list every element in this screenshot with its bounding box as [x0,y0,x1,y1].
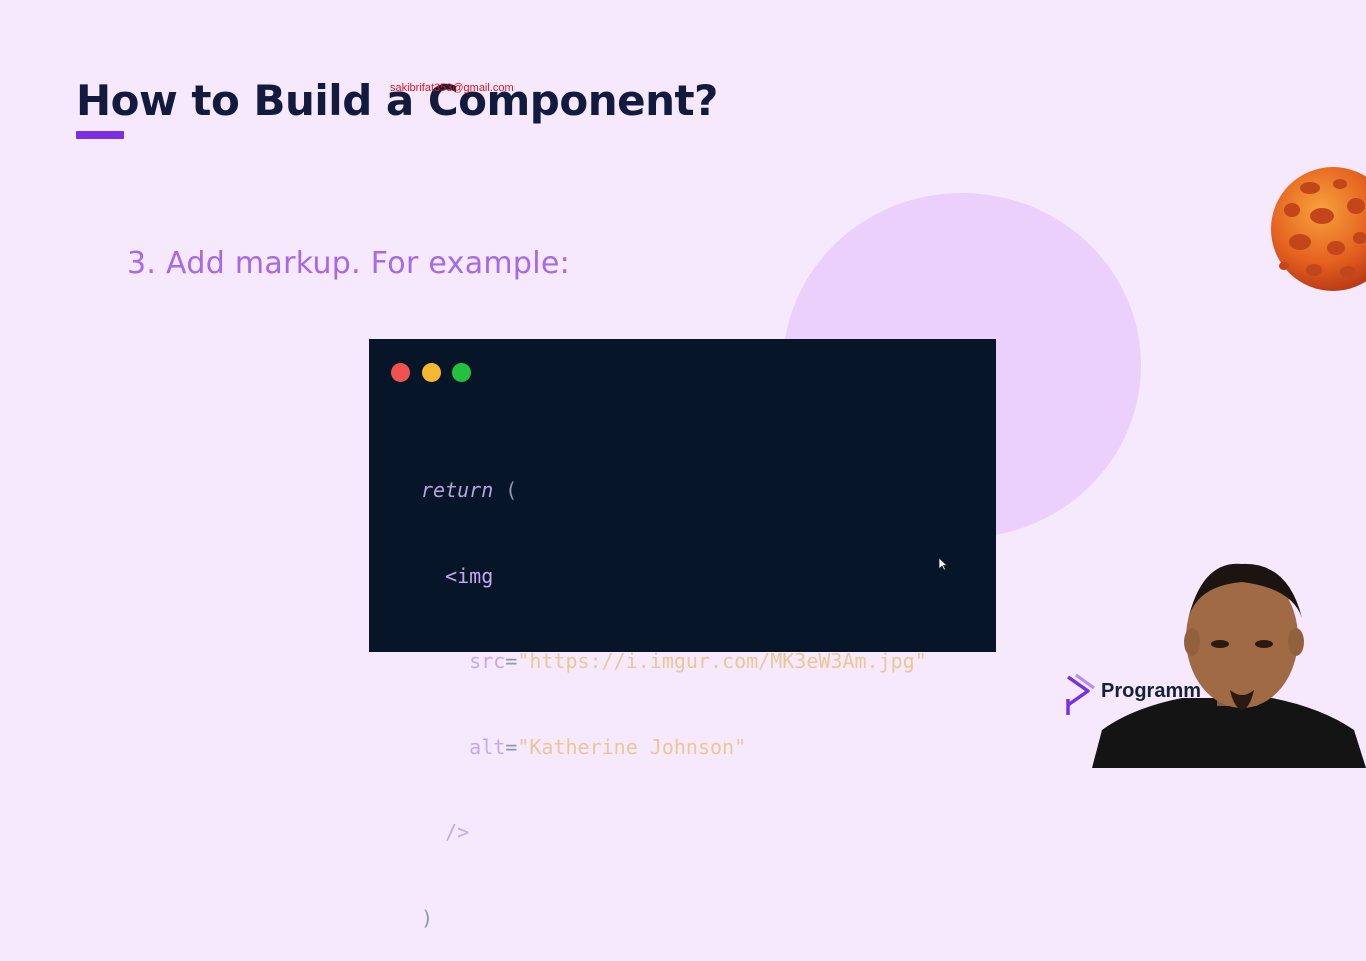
code-line: ) [421,905,434,930]
code-line: <img [421,562,927,591]
code-line: src="https://i.imgur.com/MK3eW3Am.jpg" [469,649,927,673]
code-line: /> [421,818,927,847]
code-line: return ( [421,478,518,502]
code-line: alt="Katherine Johnson" [469,734,747,759]
code-tag: /> [445,820,470,844]
code-tag: <img [445,563,494,588]
code-attribute: src [469,649,506,673]
window-minimize-dot [422,363,441,382]
watermark-email: sakibrifat353@gmail.com [390,82,514,94]
code-block: return ( <img src="https://i.imgur.com/M… [421,419,927,961]
mouse-cursor-icon [938,557,948,571]
code-string: "Katherine Johnson" [517,734,747,759]
window-close-dot [391,363,410,382]
presenter-webcam [1092,563,1366,768]
code-attribute: alt [469,734,506,759]
step-text: 3. Add markup. For example: [127,246,571,281]
title-underline [76,131,124,139]
code-keyword: return [421,478,494,502]
planet-illustration [1271,167,1366,291]
code-string: "https://i.imgur.com/MK3eW3Am.jpg" [517,649,927,673]
window-maximize-dot [452,363,471,382]
